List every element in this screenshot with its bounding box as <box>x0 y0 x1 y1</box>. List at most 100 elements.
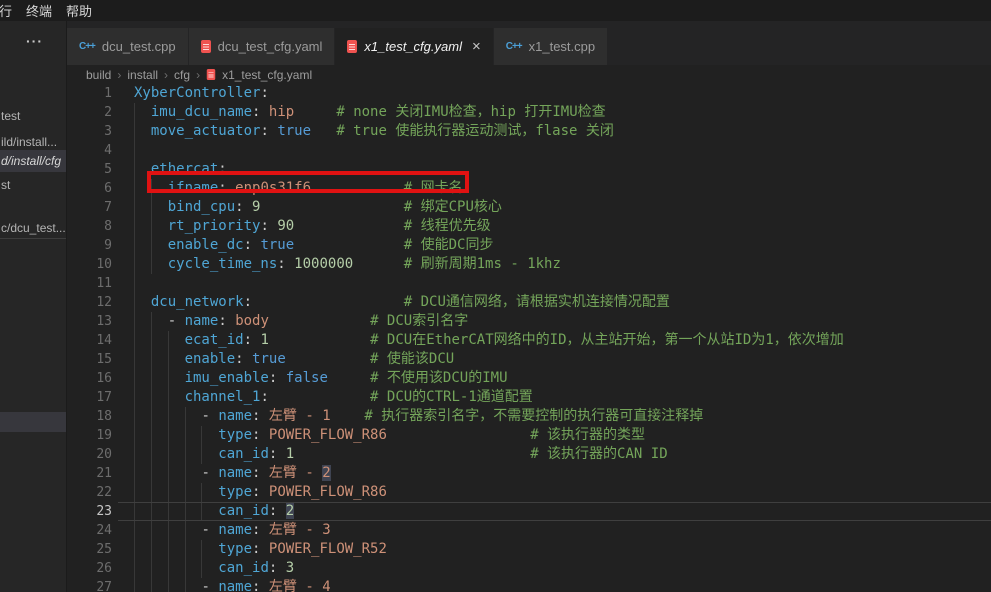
line-number: 5 <box>67 160 112 179</box>
code-text: type: POWER_FLOW_R52 <box>134 540 387 559</box>
code-text: - name: 左臂 - 1 # 执行器索引名字，不需要控制的执行器可直接注释掉 <box>134 407 703 426</box>
left-panel-item-2[interactable]: d/install/cfg <box>0 150 67 172</box>
cpp-file-icon: C++ <box>79 41 95 52</box>
editor-tab-bar: C++dcu_test.cpp dcu_test_cfg.yaml x1_test_… <box>67 21 991 65</box>
line-number: 9 <box>67 236 112 255</box>
tab-x1_test_cfg-yaml[interactable]: x1_test_cfg.yaml × <box>335 28 492 65</box>
line-number: 8 <box>67 217 112 236</box>
code-line-8[interactable]: 8 rt_priority: 90 # 线程优先级 <box>67 217 991 236</box>
code-line-11[interactable]: 11 <box>67 274 991 293</box>
code-line-14[interactable]: 14 ecat_id: 1 # DCU在EtherCAT网络中的ID，从主站开始… <box>67 331 991 350</box>
code-line-2[interactable]: 2 imu_dcu_name: hip # none 关闭IMU检查，hip 打… <box>67 103 991 122</box>
menu-item-1[interactable]: 终端 <box>19 1 59 20</box>
code-line-9[interactable]: 9 enable_dc: true # 使能DC同步 <box>67 236 991 255</box>
tab-label: x1_test_cfg.yaml <box>364 39 462 54</box>
code-text: type: POWER_FLOW_R86 # 该执行器的类型 <box>134 426 645 445</box>
tab-dcu_test-cpp[interactable]: C++dcu_test.cpp <box>67 28 188 65</box>
code-line-13[interactable]: 13 - name: body # DCU索引名字 <box>67 312 991 331</box>
line-number: 10 <box>67 255 112 274</box>
breadcrumb: build›install›cfg›x1_test_cfg.yaml <box>67 65 991 84</box>
code-text: channel_1: # DCU的CTRL-1通道配置 <box>134 388 533 407</box>
line-number: 22 <box>67 483 112 502</box>
code-text: move_actuator: true # true 使能执行器运动测试，fla… <box>134 122 614 141</box>
code-line-19[interactable]: 19 type: POWER_FLOW_R86 # 该执行器的类型 <box>67 426 991 445</box>
code-line-17[interactable]: 17 channel_1: # DCU的CTRL-1通道配置 <box>67 388 991 407</box>
code-line-3[interactable]: 3 move_actuator: true # true 使能执行器运动测试，f… <box>67 122 991 141</box>
code-line-24[interactable]: 24 - name: 左臂 - 3 <box>67 521 991 540</box>
breadcrumb-segment-install[interactable]: install <box>125 68 160 82</box>
code-editor[interactable]: 1XyberController:2 imu_dcu_name: hip # n… <box>67 84 991 592</box>
line-number: 11 <box>67 274 112 293</box>
line-number: 6 <box>67 179 112 198</box>
code-line-10[interactable]: 10 cycle_time_ns: 1000000 # 刷新周期1ms - 1k… <box>67 255 991 274</box>
line-number: 2 <box>67 103 112 122</box>
code-line-27[interactable]: 27 - name: 左臂 - 4 <box>67 578 991 592</box>
line-number: 12 <box>67 293 112 312</box>
left-truncated-panel: ···testild/install...d/install/cfgstc/dc… <box>0 21 67 592</box>
line-number: 23 <box>67 502 112 521</box>
code-line-7[interactable]: 7 bind_cpu: 9 # 绑定CPU核心 <box>67 198 991 217</box>
line-number: 7 <box>67 198 112 217</box>
breadcrumb-file[interactable]: x1_test_cfg.yaml <box>220 68 314 82</box>
close-icon[interactable]: × <box>472 39 481 54</box>
line-number: 19 <box>67 426 112 445</box>
tab-label: x1_test.cpp <box>529 39 596 54</box>
code-line-23[interactable]: 23 can_id: 2 <box>67 502 991 521</box>
line-number: 25 <box>67 540 112 559</box>
tab-x1_test-cpp[interactable]: C++ x1_test.cpp <box>494 28 607 65</box>
code-line-1[interactable]: 1XyberController: <box>67 84 991 103</box>
vscode-window: 行终端帮助 ···testild/install...d/install/cfg… <box>0 0 991 592</box>
left-panel-separator <box>0 238 67 239</box>
chevron-right-icon: › <box>160 68 172 82</box>
menu-item-0[interactable]: 行 <box>0 1 19 20</box>
indent-guide <box>134 274 135 293</box>
chevron-right-icon: › <box>192 68 204 82</box>
yaml-file-icon <box>347 40 357 53</box>
cpp-file-icon: C++ <box>506 41 522 52</box>
code-line-25[interactable]: 25 type: POWER_FLOW_R52 <box>67 540 991 559</box>
left-panel-item-3[interactable]: st <box>0 174 67 196</box>
code-text: - name: 左臂 - 4 <box>134 578 331 592</box>
line-number: 15 <box>67 350 112 369</box>
menu-bar: 行终端帮助 <box>0 0 991 21</box>
line-number: 21 <box>67 464 112 483</box>
code-line-15[interactable]: 15 enable: true # 使能该DCU <box>67 350 991 369</box>
code-line-16[interactable]: 16 imu_enable: false # 不使用该DCU的IMU <box>67 369 991 388</box>
code-line-21[interactable]: 21 - name: 左臂 - 2 <box>67 464 991 483</box>
line-number: 26 <box>67 559 112 578</box>
line-number: 4 <box>67 141 112 160</box>
code-text: rt_priority: 90 # 线程优先级 <box>134 217 491 236</box>
code-line-26[interactable]: 26 can_id: 3 <box>67 559 991 578</box>
left-panel-item-0[interactable]: test <box>0 105 67 127</box>
line-number: 18 <box>67 407 112 426</box>
tab-label: dcu_test_cfg.yaml <box>218 39 323 54</box>
tab-dcu_test_cfg-yaml[interactable]: dcu_test_cfg.yaml <box>189 28 335 65</box>
code-line-12[interactable]: 12 dcu_network: # DCU通信网络，请根据实机连接情况配置 <box>67 293 991 312</box>
code-line-4[interactable]: 4 <box>67 141 991 160</box>
left-panel-item-4[interactable]: c/dcu_test... <box>0 217 67 239</box>
yaml-file-icon <box>207 69 216 80</box>
code-line-20[interactable]: 20 can_id: 1 # 该执行器的CAN ID <box>67 445 991 464</box>
code-line-18[interactable]: 18 - name: 左臂 - 1 # 执行器索引名字，不需要控制的执行器可直接… <box>67 407 991 426</box>
code-text: - name: 左臂 - 3 <box>134 521 331 540</box>
code-text: enable_dc: true # 使能DC同步 <box>134 236 493 255</box>
code-text: enable: true # 使能该DCU <box>134 350 454 369</box>
menu-item-2[interactable]: 帮助 <box>59 1 99 20</box>
breadcrumb-segment-cfg[interactable]: cfg <box>172 68 192 82</box>
annotation-red-box <box>147 171 469 193</box>
line-number: 1 <box>67 84 112 103</box>
code-text: cycle_time_ns: 1000000 # 刷新周期1ms - 1khz <box>134 255 561 274</box>
code-text: ecat_id: 1 # DCU在EtherCAT网络中的ID，从主站开始，第一… <box>134 331 844 350</box>
code-text: can_id: 2 <box>134 502 294 521</box>
line-number: 14 <box>67 331 112 350</box>
more-actions-ellipsis[interactable]: ··· <box>26 33 43 49</box>
breadcrumb-segment-build[interactable]: build <box>84 68 113 82</box>
left-panel-highlight-bar <box>0 412 67 432</box>
code-text: dcu_network: # DCU通信网络，请根据实机连接情况配置 <box>134 293 670 312</box>
indent-guide <box>134 141 135 160</box>
code-line-22[interactable]: 22 type: POWER_FLOW_R86 <box>67 483 991 502</box>
code-text: bind_cpu: 9 # 绑定CPU核心 <box>134 198 502 217</box>
code-text: can_id: 3 <box>134 559 294 578</box>
yaml-file-icon <box>201 40 211 53</box>
line-number: 16 <box>67 369 112 388</box>
